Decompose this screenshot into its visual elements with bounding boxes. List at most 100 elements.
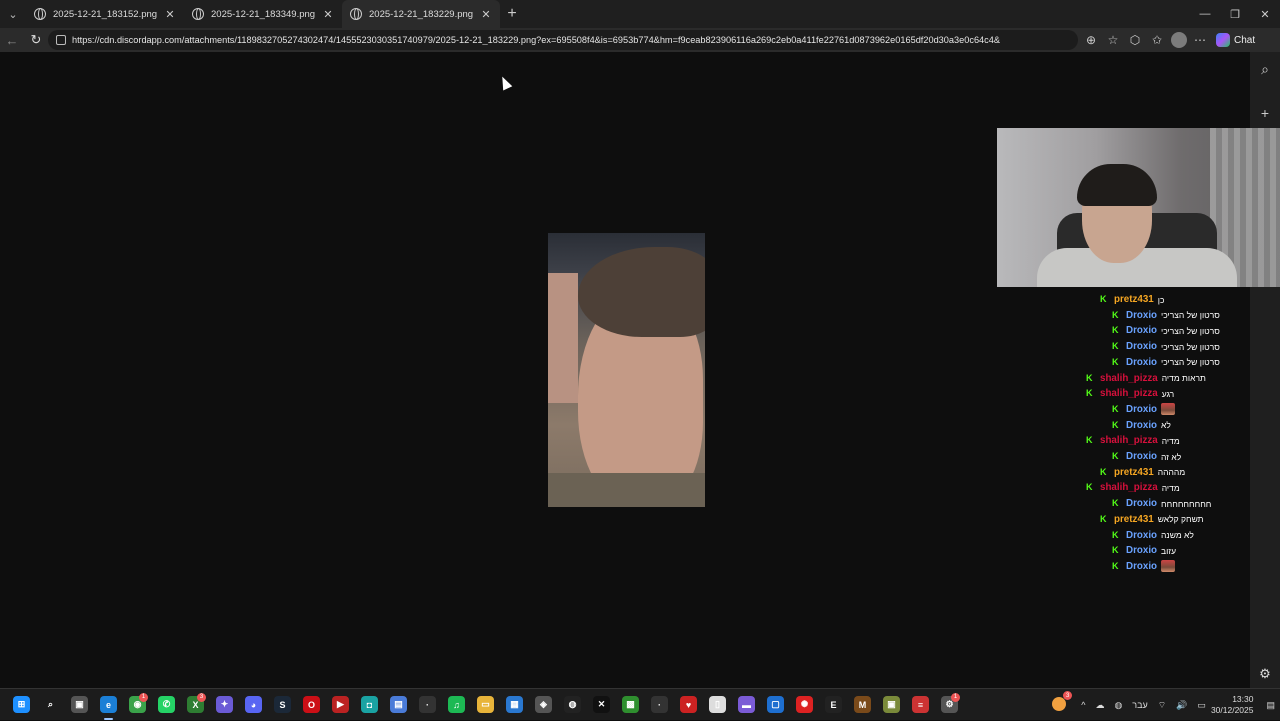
chat-username[interactable]: Droxio: [1126, 498, 1157, 509]
taskbar-discord[interactable]: ◕: [239, 689, 268, 721]
taskbar-heart-app[interactable]: ♥: [674, 689, 703, 721]
close-tab-icon[interactable]: ✕: [322, 8, 334, 21]
wifi-icon[interactable]: ⌔: [1158, 700, 1166, 711]
favorites-icon[interactable]: ✩: [1146, 29, 1168, 51]
more-options-icon[interactable]: ⋯: [1194, 33, 1206, 47]
taskbar-xbox[interactable]: X3: [181, 689, 210, 721]
taskbar-minecraft-alt[interactable]: ▣: [877, 689, 906, 721]
sidebar-add-icon[interactable]: +: [1250, 98, 1280, 128]
chat-message: K Droxio סרטון של הצריכי: [1112, 323, 1220, 338]
webcam-overlay: [997, 128, 1280, 287]
sidebar-search-icon[interactable]: ⌕: [1250, 54, 1280, 84]
new-tab-button[interactable]: +: [500, 5, 524, 23]
close-tab-icon[interactable]: ✕: [164, 8, 176, 21]
taskbar-shield[interactable]: ◈: [529, 689, 558, 721]
site-info-icon[interactable]: [56, 35, 66, 45]
browser-tab-active[interactable]: 2025-12-21_183229.png (156×274) ✕: [342, 0, 500, 28]
taskbar-app-blue[interactable]: ▦: [500, 689, 529, 721]
taskbar-app-window[interactable]: ▢: [761, 689, 790, 721]
close-tab-icon[interactable]: ✕: [480, 8, 492, 21]
taskbar-spotify[interactable]: ♫: [442, 689, 471, 721]
media-player-icon: ▶: [332, 696, 349, 713]
back-button[interactable]: ←: [0, 28, 24, 52]
taskbar-steam[interactable]: S: [268, 689, 297, 721]
minimize-button[interactable]: —: [1190, 0, 1220, 28]
gear-icon[interactable]: ⚙: [1255, 664, 1275, 684]
edge-icon: e: [100, 696, 117, 713]
steam-icon: S: [274, 696, 291, 713]
battery-icon[interactable]: ▭: [1197, 700, 1206, 711]
chat-username[interactable]: Droxio: [1126, 451, 1157, 462]
browser-tab[interactable]: 2025-12-21_183152.png (278×267) ✕: [26, 0, 184, 28]
onedrive-icon[interactable]: ☁: [1095, 700, 1104, 711]
chat-username[interactable]: Droxio: [1126, 357, 1157, 368]
refresh-button[interactable]: ↻: [24, 28, 48, 52]
url-text[interactable]: https://cdn.discordapp.com/attachments/1…: [72, 35, 1078, 45]
taskbar-opera[interactable]: O: [297, 689, 326, 721]
language-indicator[interactable]: עבר: [1132, 700, 1147, 710]
chat-username[interactable]: pretz431: [1114, 294, 1154, 305]
taskbar-media-player[interactable]: ▶: [326, 689, 355, 721]
chat-username[interactable]: Droxio: [1126, 530, 1157, 541]
chat-username[interactable]: Droxio: [1126, 561, 1157, 572]
chat-username[interactable]: pretz431: [1114, 514, 1154, 525]
chat-message: Kshalih_pizza מדיה: [1086, 433, 1180, 448]
chat-username[interactable]: Droxio: [1126, 404, 1157, 415]
chat-username[interactable]: Droxio: [1126, 325, 1157, 336]
chat-username[interactable]: pretz431: [1114, 467, 1154, 478]
notifications-icon[interactable]: ▤: [1266, 700, 1275, 711]
tray-chevron-icon[interactable]: ^: [1081, 700, 1085, 710]
notepad-icon: ▯: [709, 696, 726, 713]
close-window-button[interactable]: ✕: [1250, 0, 1280, 28]
chat-username[interactable]: shalih_pizza: [1100, 388, 1158, 399]
copilot-icon: ✦: [216, 696, 233, 713]
chat-username[interactable]: shalih_pizza: [1100, 482, 1158, 493]
shield-icon: ◈: [535, 696, 552, 713]
clock[interactable]: 13:30 30/12/2025: [1211, 694, 1254, 716]
taskbar-settings-app[interactable]: ⚙ 1: [935, 689, 964, 721]
taskbar-app-brown[interactable]: M: [848, 689, 877, 721]
settings-app-badge: 1: [951, 692, 960, 702]
kick-badge-icon: K: [1112, 356, 1119, 367]
zoom-icon[interactable]: ⊕: [1080, 29, 1102, 51]
taskbar-copilot[interactable]: ✦: [210, 689, 239, 721]
chat-username[interactable]: shalih_pizza: [1100, 373, 1158, 384]
taskbar-notepad[interactable]: ▯: [703, 689, 732, 721]
taskbar-chrome[interactable]: ◉ 1: [123, 689, 152, 721]
taskbar-edge[interactable]: e: [94, 689, 123, 721]
taskbar-file-explorer[interactable]: ▭: [471, 689, 500, 721]
taskbar-whatsapp[interactable]: ✆: [152, 689, 181, 721]
favorite-star-icon[interactable]: ☆: [1102, 29, 1124, 51]
taskbar-app-stack[interactable]: ≡: [906, 689, 935, 721]
taskbar-app-circle[interactable]: ◍: [558, 689, 587, 721]
taskbar-start[interactable]: ⊞: [7, 689, 36, 721]
taskbar-app-teal[interactable]: ◘: [355, 689, 384, 721]
taskbar-capcut[interactable]: ✕: [587, 689, 616, 721]
taskbar-search[interactable]: ⌕: [36, 689, 65, 721]
weather-widget[interactable]: 3: [1047, 691, 1073, 713]
taskbar-minecraft[interactable]: ▩: [616, 689, 645, 721]
taskbar-task-view[interactable]: ▣: [65, 689, 94, 721]
chat-username[interactable]: Droxio: [1126, 420, 1157, 431]
taskbar-app-dark[interactable]: ·: [413, 689, 442, 721]
chat-username[interactable]: Droxio: [1126, 310, 1157, 321]
volume-icon[interactable]: 🔊: [1176, 700, 1187, 711]
chat-message: K Droxio סרטון של הצריכי: [1112, 355, 1220, 370]
copilot-chat-button[interactable]: Chat: [1216, 33, 1255, 47]
taskbar-app-red[interactable]: ✺: [790, 689, 819, 721]
taskbar-app-dim[interactable]: ·: [645, 689, 674, 721]
address-bar[interactable]: https://cdn.discordapp.com/attachments/1…: [48, 30, 1078, 50]
taskbar-clapper[interactable]: ▬: [732, 689, 761, 721]
browser-tab[interactable]: 2025-12-21_183349.png (86×108) ✕: [184, 0, 342, 28]
chat-username[interactable]: shalih_pizza: [1100, 435, 1158, 446]
chat-username[interactable]: Droxio: [1126, 341, 1157, 352]
taskbar-store[interactable]: ▤: [384, 689, 413, 721]
taskbar-epic-games[interactable]: E: [819, 689, 848, 721]
network-globe-icon[interactable]: ◍: [1114, 700, 1122, 711]
chat-username[interactable]: Droxio: [1126, 545, 1157, 556]
profile-avatar[interactable]: [1171, 32, 1187, 48]
displayed-image[interactable]: [548, 233, 705, 507]
restore-button[interactable]: ❐: [1220, 0, 1250, 28]
tab-actions-menu[interactable]: ⌄: [0, 0, 26, 28]
extensions-icon[interactable]: ⬡: [1124, 29, 1146, 51]
